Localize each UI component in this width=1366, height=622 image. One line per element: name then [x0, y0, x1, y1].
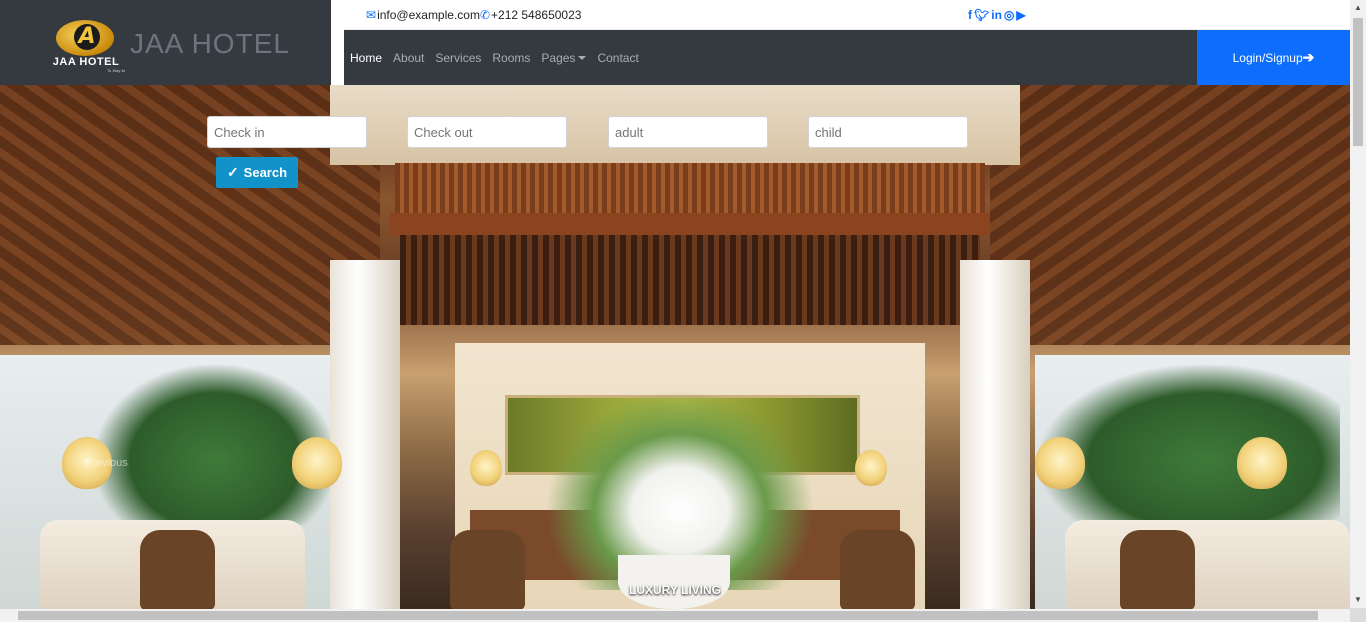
hero-carousel: ✓ Search Previous LUXURY LIVING	[0, 85, 1350, 609]
child-input[interactable]	[808, 116, 968, 148]
login-signup-button[interactable]: Login/Signup ➔	[1197, 30, 1350, 85]
envelope-icon: ✉	[366, 8, 377, 22]
hotel-logo[interactable]: A JAA HOTEL To Stay At	[47, 20, 125, 73]
logo-letter: A	[74, 24, 100, 50]
nav-pages-dropdown[interactable]: Pages	[541, 50, 587, 65]
hero-image-pillar-right	[960, 260, 1030, 609]
hero-image-lamp	[855, 450, 887, 486]
facebook-icon[interactable]: f	[968, 8, 972, 22]
nav-pages-label: Pages	[541, 50, 576, 65]
logo-subtext: To Stay At	[106, 68, 125, 73]
search-label: Search	[243, 165, 288, 180]
instagram-icon[interactable]: ◎	[1004, 8, 1014, 22]
vertical-scroll-thumb[interactable]	[1353, 18, 1363, 146]
contact-info: ✉ info@example.com ✆ +212 548650023	[366, 8, 581, 22]
phone-icon: ✆	[479, 8, 491, 22]
hero-image-chair	[450, 530, 525, 609]
arrow-right-icon: ➔	[1302, 49, 1315, 65]
nav-rooms[interactable]: Rooms	[492, 51, 530, 65]
check-icon: ✓	[226, 164, 239, 180]
login-label: Login/Signup	[1232, 50, 1303, 65]
twitter-icon[interactable]: 🐦︎	[974, 8, 989, 22]
hero-image-beam	[390, 213, 990, 235]
hero-image-balcony	[395, 163, 985, 215]
youtube-icon[interactable]: ▶	[1016, 8, 1025, 22]
caret-down-icon	[578, 56, 587, 61]
horizontal-scrollbar[interactable]	[0, 609, 1350, 622]
hero-image-palm-right	[1040, 365, 1340, 525]
adult-input[interactable]	[608, 116, 768, 148]
carousel-prev-button[interactable]: Previous	[85, 457, 128, 469]
brand-header: A JAA HOTEL To Stay At JAA HOTEL	[0, 0, 331, 85]
scroll-up-icon[interactable]: ▲	[1350, 0, 1366, 16]
nav-services[interactable]: Services	[435, 51, 481, 65]
hero-image-chair	[140, 530, 215, 609]
social-links: f 🐦︎ in ◎ ▶	[968, 8, 1026, 22]
checkin-input[interactable]	[207, 116, 367, 148]
hero-image-lamp	[470, 450, 502, 486]
search-button[interactable]: ✓ Search	[216, 157, 298, 188]
hero-image-lamp	[292, 437, 342, 489]
main-navbar: Home About Services Rooms Pages Contact	[344, 30, 1197, 85]
hero-image-chair	[840, 530, 915, 609]
contact-phone[interactable]: +212 548650023	[491, 8, 581, 22]
hero-image-roof-right	[990, 85, 1350, 345]
hero-image-gallery	[400, 235, 980, 325]
hero-image-chair	[1120, 530, 1195, 609]
scrollbar-corner	[1350, 608, 1366, 622]
logo-text: JAA HOTEL	[52, 56, 120, 68]
contact-email[interactable]: info@example.com	[377, 8, 480, 22]
hero-image-vase	[618, 555, 730, 609]
vertical-scrollbar[interactable]: ▲ ▼	[1350, 0, 1366, 608]
hero-image-pillar-left	[330, 260, 400, 609]
nav-contact[interactable]: Contact	[597, 51, 638, 65]
hero-image-lamp	[1237, 437, 1287, 489]
checkout-input[interactable]	[407, 116, 567, 148]
horizontal-scroll-thumb[interactable]	[18, 611, 1318, 620]
hero-caption: LUXURY LIVING	[628, 583, 721, 597]
linkedin-icon[interactable]: in	[991, 8, 1002, 22]
nav-about[interactable]: About	[393, 51, 424, 65]
hero-image-lamp	[1035, 437, 1085, 489]
brand-title[interactable]: JAA HOTEL	[130, 28, 290, 60]
scroll-down-icon[interactable]: ▼	[1350, 592, 1366, 608]
contact-bar: ✉ info@example.com ✆ +212 548650023 f 🐦︎…	[344, 0, 1350, 30]
nav-home[interactable]: Home	[350, 51, 382, 65]
